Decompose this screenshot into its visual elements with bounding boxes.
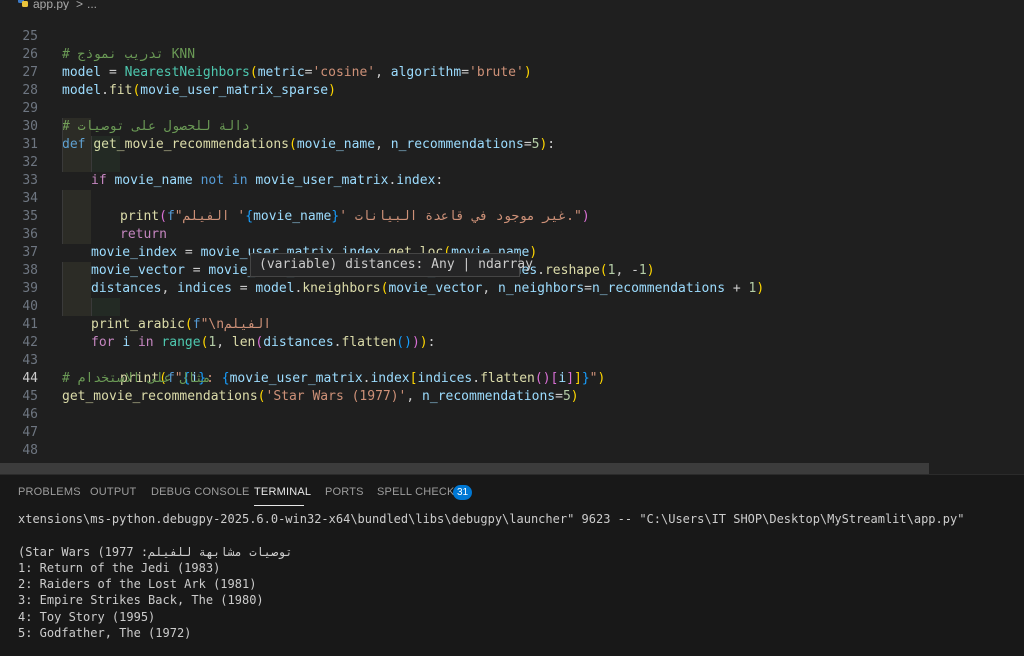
code-line[interactable]: 31 if movie_name not in movie_user_matri… — [0, 118, 1024, 188]
code-line[interactable]: 43 # مثال على الاستخدام — [0, 334, 1024, 386]
horizontal-scrollbar[interactable] — [0, 463, 929, 474]
code-line[interactable]: 29 # دالة للحصول على توصيات — [0, 82, 1024, 134]
tab-debug-console[interactable]: DEBUG CONSOLE — [151, 486, 250, 498]
terminal-line: xtensions\ms-python.debugpy-2025.6.0-win… — [18, 512, 972, 526]
code-line[interactable]: 36 movie_vector = movie_user_matrix.iloc… — [0, 208, 1024, 278]
code-line[interactable]: 46 — [0, 388, 1024, 422]
indent-guide — [62, 154, 91, 172]
indent-guide — [91, 298, 120, 316]
indent-guide — [62, 280, 91, 298]
code-line[interactable]: 37 distances, indices = model.kneighbors… — [0, 226, 1024, 296]
terminal-line: 1: Return of the Jedi (1983) — [18, 561, 221, 575]
code-line[interactable]: 27 model.fit(movie_user_matrix_sparse) — [0, 46, 1024, 98]
indent-guide — [62, 298, 91, 316]
code-line[interactable]: 35 movie_index = movie_user_matrix.index… — [0, 190, 1024, 260]
terminal-line: 2: Raiders of the Lost Ark (1981) — [18, 577, 257, 591]
hover-tooltip: (variable) distances: Any | ndarray — [250, 253, 533, 277]
indent-guide — [62, 262, 91, 280]
indent-guide — [62, 136, 91, 154]
code-line[interactable]: 34 — [0, 172, 1024, 206]
python-file-icon — [18, 0, 28, 7]
code-line[interactable]: 40 for i in range(1, len(distances.flatt… — [0, 280, 1024, 350]
terminal-line: 4: Toy Story (1995) — [18, 610, 156, 624]
code-line[interactable]: 26 model = NearestNeighbors(metric='cosi… — [0, 28, 1024, 80]
code-line[interactable]: 41 print(f"{i}: {movie_user_matrix.index… — [0, 298, 1024, 386]
code-line[interactable]: 32 print(f"الفيلم '{movie_name}' غير موج… — [0, 136, 1024, 224]
code-line[interactable]: 48 — [0, 424, 1024, 458]
code-line[interactable]: 44 get_movie_recommendations('Star Wars … — [0, 352, 1024, 404]
bottom-panel: PROBLEMS OUTPUT DEBUG CONSOLE TERMINAL P… — [0, 474, 1024, 656]
tab-terminal[interactable]: TERMINAL — [254, 486, 311, 498]
indent-guide — [62, 226, 91, 244]
terminal-line: 5: Godfather, The (1972) — [18, 626, 192, 640]
code-line[interactable]: 25 # تدريب نموذج KNN — [0, 10, 1024, 62]
active-tab-indicator — [254, 505, 304, 506]
terminal-line: 3: Empire Strikes Back, The (1980) — [18, 593, 264, 607]
spell-checker-badge: 31 — [453, 485, 472, 500]
indent-guide — [62, 190, 91, 208]
tab-output[interactable]: OUTPUT — [90, 486, 136, 498]
indent-guide — [62, 208, 91, 226]
terminal-line: (Star Wars (1977 :توصيات مشابهة للفيلم — [18, 545, 293, 559]
code-line[interactable]: 47 — [0, 406, 1024, 440]
panel-tabs: PROBLEMS OUTPUT DEBUG CONSOLE TERMINAL P… — [0, 475, 1024, 509]
code-line[interactable]: 42 — [0, 316, 1024, 350]
indent-guide — [91, 154, 120, 172]
code-line[interactable]: 33 return — [0, 154, 1024, 242]
code-line[interactable]: 30 def get_movie_recommendations(movie_n… — [0, 100, 1024, 152]
indent-guide — [62, 118, 91, 136]
line-number: 48 — [22, 443, 38, 458]
code-editor[interactable]: 25 # تدريب نموذج KNN 26 model = NearestN… — [0, 10, 1024, 474]
tab-ports[interactable]: PORTS — [325, 486, 364, 498]
code-line[interactable]: 45 — [0, 370, 1024, 404]
tab-problems[interactable]: PROBLEMS — [18, 486, 81, 498]
code-line[interactable]: 28 — [0, 64, 1024, 98]
indent-guide — [91, 136, 120, 154]
